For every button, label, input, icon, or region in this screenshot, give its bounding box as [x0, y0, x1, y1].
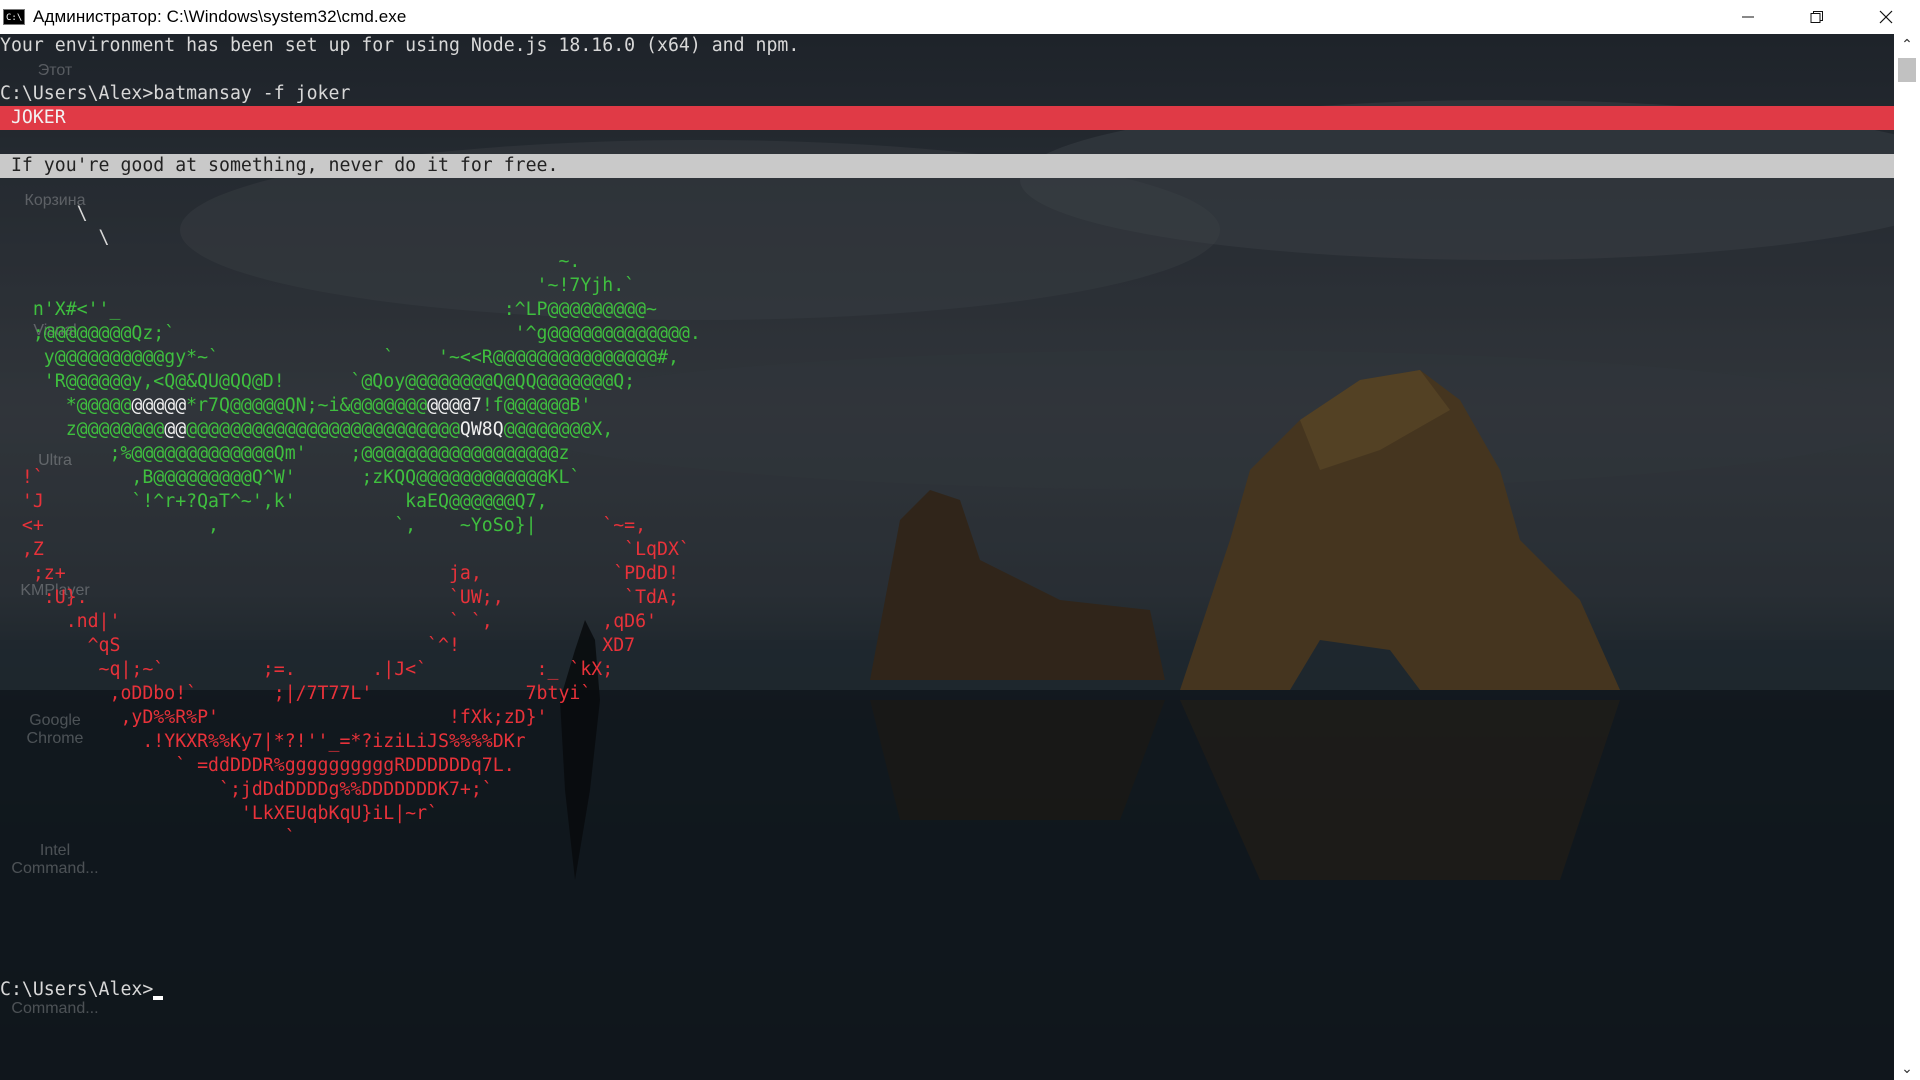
ascii-art-segment: n'X#<''_ :^LP@@@@@@@@@~: [0, 299, 657, 320]
ascii-art-line: *@@@@@@@@@@*r7Q@@@@@QN;~i&@@@@@@@@@@@7!f…: [0, 394, 592, 418]
ascii-art-segment: ;%@@@@@@@@@@@@@Qm' ;@@@@@@@@@@@@@@@@@@z: [0, 443, 570, 464]
ascii-art-line: 'J `!^r+?QaT^~',k' kaEQ@@@@@@Q7,: [0, 490, 548, 514]
ascii-art-segment: 'J: [0, 491, 44, 512]
ascii-art-segment: `;jdDdDDDDg%%DDDDDDDK7+;`: [0, 779, 493, 800]
ascii-art-segment: !f@@@@@@B': [481, 395, 592, 416]
ascii-art-line: 'LkXEUqbKqU}iL|~r`: [0, 802, 438, 826]
ascii-art-segment: *r7Q@@@@@QN;~i&@@@@@@@: [186, 395, 428, 416]
ascii-art-line: ,yD%%R%P' !fXk;zD}': [0, 706, 548, 730]
ascii-art-segment: QW8Q: [459, 419, 504, 440]
env-setup-line: Your environment has been set up for usi…: [0, 35, 800, 56]
ascii-art-segment: ,yD%%R%P' !fXk;zD}': [0, 707, 548, 728]
ascii-art-segment: ;z+ ja, `PDdD!: [0, 563, 679, 584]
minimize-button[interactable]: [1713, 0, 1782, 34]
ascii-art-segment: @@@@@: [131, 395, 187, 416]
ascii-art-segment: ~q|;~` ;=. .|J<` :_ `kX;: [0, 659, 614, 680]
restore-button[interactable]: [1782, 0, 1851, 34]
ascii-art-line: .nd|' ` `, ,qD6': [0, 610, 657, 634]
close-icon: [1879, 10, 1892, 24]
ascii-art-segment: @@@@@@@@X,: [503, 419, 614, 440]
command-line: C:\Users\Alex>batmansay -f joker: [0, 83, 351, 104]
prompt-text: C:\Users\Alex>: [0, 979, 154, 1000]
ascii-art-line: `;jdDdDDDDg%%DDDDDDDK7+;`: [0, 778, 493, 802]
ascii-art-segment: <+: [0, 515, 44, 536]
ascii-art-line: ;@@@@@@@@Qz;` '^g@@@@@@@@@@@@@.: [0, 322, 701, 346]
quote-bar: If you're good at something, never do it…: [0, 154, 1894, 178]
ascii-art-line: ` =ddDDDR%ggggggggggRDDDDDDq7L.: [0, 754, 515, 778]
ascii-art-segment: 'R@@@@@@y,<Q@&QU@QQ@D! `@Qoy@@@@@@@@Q@QQ…: [0, 371, 636, 392]
ascii-art-segment: '~!7Yjh.`: [0, 275, 636, 296]
ascii-art-line: z@@@@@@@@@@@@@@@@@@@@@@@@@@@@@@@@@@@QW8Q…: [0, 418, 614, 442]
ascii-art-line: !` ,B@@@@@@@@@Q^W' ;zKQQ@@@@@@@@@@@@KL`: [0, 466, 580, 490]
ascii-art-segment: ` =ddDDDR%ggggggggggRDDDDDDq7L.: [0, 755, 515, 776]
ascii-art-line: ~q|;~` ;=. .|J<` :_ `kX;: [0, 658, 614, 682]
ascii-art-line: ;z+ ja, `PDdD!: [0, 562, 679, 586]
restore-icon: [1810, 11, 1823, 23]
ascii-art-segment: ,oDDbo!` ;|/7T77L' 7btyi`: [0, 683, 592, 704]
vertical-scrollbar[interactable]: ⌃ ⌄: [1894, 34, 1920, 1080]
ascii-art-segment: , `, ~YoSo}|: [43, 515, 537, 536]
ascii-art-segment: :U}. `UW;, `TdA;: [0, 587, 679, 608]
ascii-art-line: '~!7Yjh.`: [0, 274, 636, 298]
close-button[interactable]: [1851, 0, 1920, 34]
ascii-art-segment: 'LkXEUqbKqU}iL|~r`: [0, 803, 438, 824]
ascii-art-segment: y@@@@@@@@@@gy*~` ` '~<<R@@@@@@@@@@@@@@@#…: [0, 347, 679, 368]
ascii-art-segment: ^qS `^! XD7: [0, 635, 636, 656]
ascii-art-line: :U}. `UW;, `TdA;: [0, 586, 679, 610]
ascii-art-line: y@@@@@@@@@@gy*~` ` '~<<R@@@@@@@@@@@@@@@#…: [0, 346, 679, 370]
ascii-art-segment: ;@@@@@@@@Qz;` '^g@@@@@@@@@@@@@.: [0, 323, 701, 344]
ascii-art-segment: .nd|' ` `, ,qD6': [0, 611, 657, 632]
prompt-line[interactable]: C:\Users\Alex>: [0, 978, 164, 1002]
ascii-art-segment: `~=,: [536, 515, 647, 536]
console-output[interactable]: Your environment has been set up for usi…: [0, 34, 1894, 1080]
scrollbar-thumb[interactable]: [1898, 58, 1916, 82]
ascii-art-segment: @@: [164, 419, 187, 440]
ascii-art-line: .!YKXR%%Ky7|*?!''_=*?iziLiJS%%%%DKr: [0, 730, 526, 754]
ascii-art-line: `: [0, 826, 296, 850]
ascii-art-segment: ,B@@@@@@@@@Q^W' ;zKQQ@@@@@@@@@@@@KL`: [43, 467, 581, 488]
ascii-art-segment: ~.: [0, 251, 581, 272]
ascii-art-line: <+ , `, ~YoSo}| `~=,: [0, 514, 646, 538]
ascii-art-segment: @@@@@@@@@@@@@@@@@@@@@@@@@: [186, 419, 460, 440]
minimize-icon: [1741, 16, 1754, 18]
scroll-up-arrow-icon[interactable]: ⌃: [1894, 34, 1920, 56]
ascii-art-segment: `: [0, 827, 296, 848]
speaker-name-bar: JOKER: [0, 106, 1894, 130]
ascii-art-segment: `!^r+?QaT^~',k' kaEQ@@@@@@Q7,: [43, 491, 548, 512]
scroll-down-arrow-icon[interactable]: ⌄: [1894, 1058, 1920, 1080]
ascii-art-line: ^qS `^! XD7: [0, 634, 636, 658]
ascii-art-segment: *@@@@@: [0, 395, 132, 416]
ascii-art-segment: .!YKXR%%Ky7|*?!''_=*?iziLiJS%%%%DKr: [0, 731, 526, 752]
ascii-art-segment: ,Z `LqDX`: [0, 539, 690, 560]
cmd-app-icon: C:\: [3, 9, 25, 25]
speech-tail-line-2: \: [0, 227, 110, 248]
ascii-art-line: ,Z `LqDX`: [0, 538, 690, 562]
ascii-art-line: n'X#<''_ :^LP@@@@@@@@@~: [0, 298, 657, 322]
window-titlebar[interactable]: C:\ Администратор: C:\Windows\system32\c…: [0, 0, 1920, 34]
ascii-art-segment: !`: [0, 467, 44, 488]
speech-tail-line-1: \: [0, 203, 88, 224]
ascii-art-line: ~.: [0, 250, 580, 274]
ascii-art-line: 'R@@@@@@y,<Q@&QU@QQ@D! `@Qoy@@@@@@@@Q@QQ…: [0, 370, 635, 394]
window-title: Администратор: C:\Windows\system32\cmd.e…: [33, 7, 407, 26]
ascii-art-segment: z@@@@@@@@: [0, 419, 165, 440]
ascii-art-line: ,oDDbo!` ;|/7T77L' 7btyi`: [0, 682, 591, 706]
text-cursor: [153, 996, 164, 1000]
ascii-art-segment: @@@@7: [427, 395, 482, 416]
ascii-art-line: ;%@@@@@@@@@@@@@Qm' ;@@@@@@@@@@@@@@@@@@z: [0, 442, 569, 466]
